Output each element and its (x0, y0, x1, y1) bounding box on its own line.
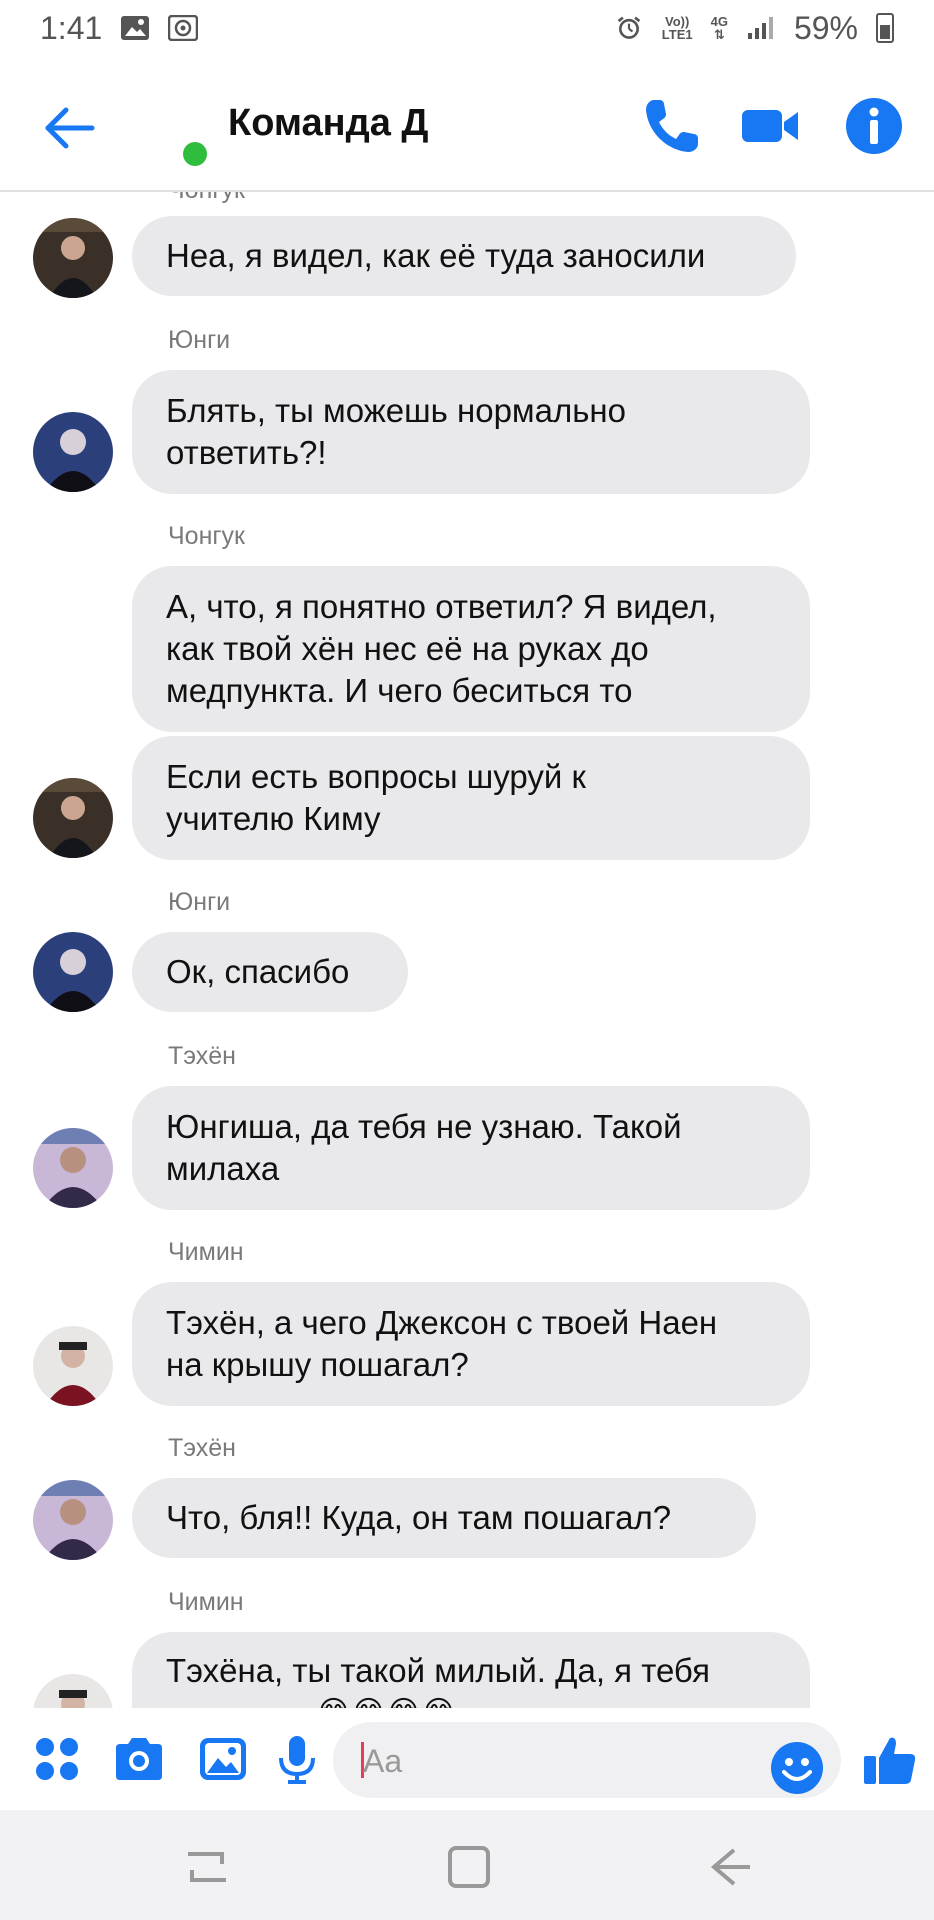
message-text: Юнгиша, да тебя не узнаю. Такой милаха (166, 1106, 682, 1190)
sender-name: Чимин (168, 1238, 244, 1266)
sender-name: Тэхён (168, 1434, 236, 1462)
sender-name: Чонгук (168, 522, 245, 550)
message-list[interactable]: Чонгук Неа, я видел, как её туда заносил… (0, 192, 934, 1708)
message-bubble[interactable]: Блять, ты можешь нормально ответить?! (132, 370, 810, 494)
message-line: на крышу пошагал? (166, 1346, 469, 1383)
avatar-yoongi[interactable] (33, 412, 113, 492)
message-line: милаха (166, 1150, 280, 1187)
gallery-notification-icon (121, 16, 150, 40)
message-text: Если есть вопросы шуруй к учителю Киму (166, 756, 586, 840)
avatar-jungkook[interactable] (33, 218, 113, 298)
microphone-icon[interactable] (270, 1732, 324, 1786)
message-line: ответить?! (166, 434, 327, 471)
avatar-taehyung[interactable] (33, 1128, 113, 1208)
avatar-jimin[interactable] (33, 1326, 113, 1406)
sender-name: Чонгук (168, 192, 245, 205)
apps-grid-icon[interactable] (30, 1732, 84, 1786)
recent-apps-icon[interactable] (182, 1844, 232, 1890)
data-arrows-icon: ⇅ (713, 27, 725, 42)
avatar-yoongi[interactable] (33, 932, 113, 1012)
status-bar: 1:41 Vo)) LTE1 4G ⇅ 59% (0, 0, 934, 56)
message-bubble[interactable]: Ок, спасибо (132, 932, 408, 1012)
gallery-icon[interactable] (196, 1732, 250, 1786)
message-line: Тэхён, а чего Джексон с твоей Наен (166, 1304, 718, 1341)
camera-icon[interactable] (112, 1732, 166, 1786)
emoji-icon[interactable] (769, 1740, 825, 1796)
message-bubble[interactable]: Что, бля!! Куда, он там пошагал? (132, 1478, 756, 1558)
chat-header: Команда Д (0, 56, 934, 192)
media-notification-icon (168, 15, 199, 41)
status-right: Vo)) LTE1 4G ⇅ 59% (614, 10, 894, 47)
message-bubble[interactable]: Юнгиша, да тебя не узнаю. Такой милаха (132, 1086, 810, 1210)
message-bubble[interactable]: Неа, я видел, как её туда заносили (132, 216, 796, 296)
message-line: учителю Киму (166, 800, 381, 837)
message-text: Тэхён, а чего Джексон с твоей Наен на кр… (166, 1302, 717, 1386)
sender-name: Юнги (168, 888, 231, 916)
message-text: Что, бля!! Куда, он там пошагал? (166, 1497, 671, 1539)
message-bubble[interactable]: А, что, я понятно ответил? Я видел, как … (132, 566, 810, 732)
message-line: как твой хён нес её на руках до (166, 630, 649, 667)
message-composer (0, 1708, 934, 1810)
battery-percent: 59% (793, 9, 858, 46)
phone-call-icon[interactable] (640, 94, 704, 158)
message-line: медпункта. И чего беситься то (166, 672, 633, 709)
lte-label: LTE1 (661, 27, 693, 42)
message-line: Блять, ты можешь нормально (166, 392, 626, 429)
message-input-box[interactable] (333, 1722, 841, 1798)
system-navigation-bar (0, 1810, 934, 1920)
signal-icon (747, 17, 773, 39)
volte-indicator: Vo)) LTE1 (662, 15, 693, 41)
network-4g-indicator: 4G ⇅ (711, 15, 728, 41)
alarm-icon (617, 16, 640, 39)
message-line: Тэхёна, ты такой милый. Да, я тебя (166, 1652, 710, 1689)
avatar-jimin[interactable] (33, 1674, 113, 1708)
sender-name: Чимин (168, 1588, 244, 1616)
sender-name: Юнги (168, 326, 231, 354)
info-icon[interactable] (842, 94, 906, 158)
message-line: Неа, я видел, как её туда заносили (166, 237, 706, 274)
message-text: Блять, ты можешь нормально ответить?! (166, 390, 626, 474)
message-line: А, что, я понятно ответил? Я видел, (166, 588, 717, 625)
avatar-jungkook[interactable] (33, 778, 113, 858)
message-text: Неа, я видел, как её туда заносили (166, 235, 705, 277)
message-text: Тэхёна, ты такой милый. Да, я тебя 😂😂😂😂 (166, 1650, 710, 1708)
back-arrow-icon[interactable] (40, 98, 100, 158)
emoji-row: 😂😂😂😂 (166, 1692, 710, 1708)
messenger-screen: 1:41 Vo)) LTE1 4G ⇅ 59% Команда Д Неа, я… (0, 0, 934, 1920)
home-icon[interactable] (444, 1844, 494, 1890)
message-line: Что, бля!! Куда, он там пошагал? (166, 1499, 672, 1536)
online-status-dot (183, 142, 207, 166)
message-input[interactable] (361, 1740, 745, 1782)
message-line: Ок, спасибо (166, 953, 350, 990)
message-bubble[interactable]: Тэхёна, ты такой милый. Да, я тебя 😂😂😂😂 (132, 1632, 810, 1708)
thumbs-up-icon[interactable] (862, 1732, 918, 1788)
status-left: 1:41 (40, 9, 199, 47)
message-text: А, что, я понятно ответил? Я видел, как … (166, 586, 717, 712)
back-nav-icon[interactable] (704, 1844, 754, 1890)
battery-icon (876, 13, 894, 43)
message-bubble[interactable]: Тэхён, а чего Джексон с твоей Наен на кр… (132, 1282, 810, 1406)
avatar-taehyung[interactable] (33, 1480, 113, 1560)
message-text: Ок, спасибо (166, 951, 349, 993)
message-line: Юнгиша, да тебя не узнаю. Такой (166, 1108, 682, 1145)
status-time: 1:41 (40, 9, 103, 46)
message-bubble[interactable]: Если есть вопросы шуруй к учителю Киму (132, 736, 810, 860)
message-line: Если есть вопросы шуруй к (166, 758, 586, 795)
chat-title[interactable]: Команда Д (228, 102, 428, 145)
sender-name: Тэхён (168, 1042, 236, 1070)
video-call-icon[interactable] (738, 94, 802, 158)
